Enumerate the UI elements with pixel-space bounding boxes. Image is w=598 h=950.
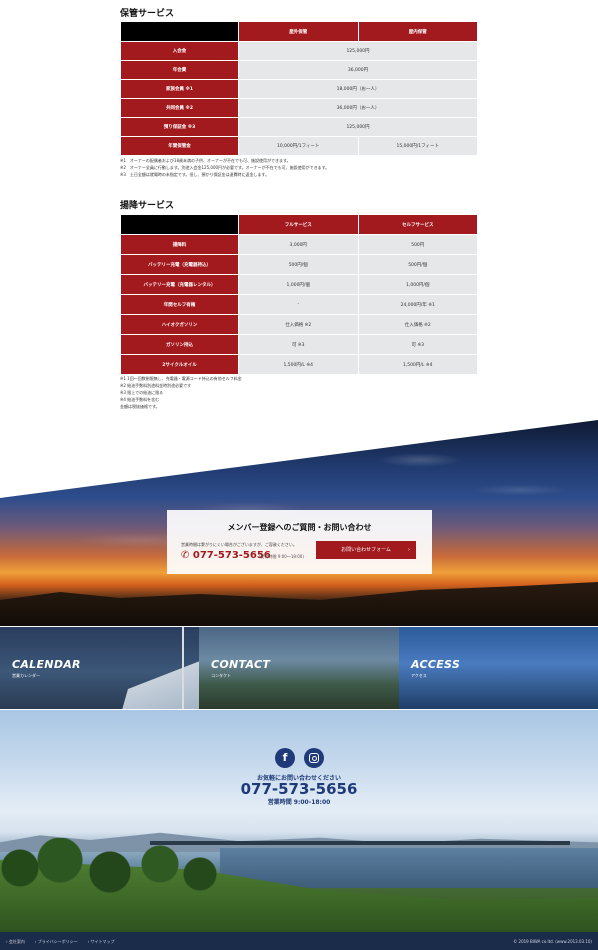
table-row: 共同会員 ※2 36,000円（お一人） bbox=[120, 98, 478, 118]
phone-icon: ✆ bbox=[181, 550, 193, 561]
chevron-right-icon: › bbox=[408, 547, 410, 553]
bottom-bar: › 会社案内 › プライバシーポリシー › サイトマップ © 2019 BIWA… bbox=[0, 932, 598, 950]
table-row: 預り保証金 ※3 125,000円 bbox=[120, 117, 478, 137]
note-line: ※3 土日全額は就場時の未指定です。但し、預かり保証金は退費時に返金します。 bbox=[120, 172, 270, 177]
note-line: ※4 給油手数料を含む bbox=[120, 397, 160, 402]
row-value: 125,000円 bbox=[238, 41, 478, 61]
row-label: 年会費 bbox=[120, 60, 239, 80]
row-value: 3,000円 bbox=[238, 234, 359, 255]
tile-access-sub: アクセス bbox=[411, 673, 427, 678]
storage-notes: ※1 オーナーの配偶者および18歳未満の子供、オーナーが不在でも可、施設使用がで… bbox=[120, 157, 329, 178]
row-value: 可 ※3 bbox=[238, 334, 359, 355]
footer-link-privacy[interactable]: › プライバシーポリシー bbox=[35, 939, 78, 945]
tile-contact[interactable]: CONTACT コンタクト bbox=[199, 627, 399, 709]
row-value: 36,000円（お一人） bbox=[238, 98, 478, 118]
row-value: 仕入価格 ※2 bbox=[357, 314, 478, 335]
note-line: 金額は税抜価格です。 bbox=[120, 404, 160, 409]
row-label: 入会金 bbox=[120, 41, 239, 61]
note-line: ※3 限上での給油に限る bbox=[120, 390, 164, 395]
contact-box-phone[interactable]: ✆ 077-573-5656 bbox=[181, 550, 271, 561]
row-label: ガソリン持込 bbox=[120, 334, 239, 355]
contact-box-hours: (受付時間 9:00～18:00) bbox=[259, 554, 304, 559]
tile-calendar-title: CALENDAR bbox=[12, 658, 81, 671]
footer-link-sitemap[interactable]: › サイトマップ bbox=[88, 939, 115, 945]
tile-access[interactable]: ACCESS アクセス bbox=[399, 627, 598, 709]
table-row: 年会費 36,000円 bbox=[120, 60, 478, 80]
row-label: 年間セルフ有権 bbox=[120, 294, 239, 315]
footer-links: › 会社案内 › プライバシーポリシー › サイトマップ bbox=[6, 939, 115, 945]
tile-access-title: ACCESS bbox=[411, 658, 461, 671]
row-label: 預り保証金 ※3 bbox=[120, 117, 239, 137]
table-row: 年間セルフ有権 -24,000円/年 ※1 bbox=[120, 294, 478, 315]
row-label: バッテリー充電（充電器持込） bbox=[120, 254, 239, 275]
table-corner bbox=[120, 214, 239, 235]
table-row: バッテリー充電（充電器持込） 500円/個 500円/個 bbox=[120, 254, 478, 275]
launch-title: 揚降サービス bbox=[120, 201, 175, 211]
row-label: 揚降料 bbox=[120, 234, 239, 255]
table-row: 家族会員 ※1 18,000円（お一人） bbox=[120, 79, 478, 99]
table-row: 年間保管金 10,000円/1フィート 15,000円/1フィート bbox=[120, 136, 478, 156]
table-row: 2サイクルオイル 1,500円/L ※4 1,500円/L ※4 bbox=[120, 354, 478, 375]
storage-header-indoor: 屋内保管 bbox=[357, 21, 478, 42]
row-value: 15,000円/1フィート bbox=[357, 136, 478, 156]
row-value: 1,000円/個 bbox=[238, 274, 359, 295]
row-label: 2サイクルオイル bbox=[120, 354, 239, 375]
storage-table: 屋外保管 屋内保管 入会金 125,000円 年会費 36,000円 家族会員 ※1 18… bbox=[120, 21, 478, 156]
row-value: - bbox=[238, 294, 359, 315]
table-row: 入会金 125,000円 bbox=[120, 41, 478, 61]
row-value: 1,000円/個 bbox=[357, 274, 478, 295]
copyright: © 2019 BIWA co.ltd. (www.2013.03.10) bbox=[513, 939, 592, 944]
tile-calendar-sub: 営業カレンダー bbox=[12, 673, 40, 678]
facebook-icon[interactable]: f bbox=[275, 748, 295, 768]
row-value: 仕入価格 ※2 bbox=[238, 314, 359, 335]
storage-header-outdoor: 屋外保管 bbox=[238, 21, 359, 42]
row-value: 24,000円/年 ※1 bbox=[357, 294, 478, 315]
row-label: バッテリー充電（充電器レンタル） bbox=[120, 274, 239, 295]
tile-contact-sub: コンタクト bbox=[211, 673, 231, 678]
row-value: 18,000円（お一人） bbox=[238, 79, 478, 99]
footer-link-company[interactable]: › 会社案内 bbox=[6, 939, 25, 945]
note-line: ※2 給油手数料別途料金時別途必要です bbox=[120, 383, 192, 388]
table-row: ガソリン持込可 ※3 可 ※3 bbox=[120, 334, 478, 355]
row-value: 36,000円 bbox=[238, 60, 478, 80]
row-value: 10,000円/1フィート bbox=[238, 136, 359, 156]
nav-tiles: CALENDAR 営業カレンダー CONTACT コンタクト ACCESS アク… bbox=[0, 627, 598, 709]
lake-landscape-image bbox=[0, 710, 598, 932]
footer-phone[interactable]: 077-573-5656 bbox=[0, 780, 598, 798]
launch-table: フルサービス セルフサービス 揚降料 3,000円 500円 バッテリー充電（充電器持… bbox=[120, 214, 478, 375]
table-row: バッテリー充電（充電器レンタル） 1,000円/個 1,000円/個 bbox=[120, 274, 478, 295]
row-value: 可 ※3 bbox=[357, 334, 478, 355]
note-line: ※2 オーナー全員に行動します。別途入会金125,000円が必要です。オーナーが… bbox=[120, 165, 330, 170]
table-row: 揚降料 3,000円 500円 bbox=[120, 234, 478, 255]
launch-notes: ※1 1回～回数制限無し、充電器・電源コード持込の有効セルフ料金 ※2 給油手数料… bbox=[120, 375, 242, 410]
contact-form-button-label: お問い合わせフォーム bbox=[341, 547, 391, 553]
footer-hours: 営業時間 9:00-18:00 bbox=[267, 799, 331, 806]
row-value: 1,500円/L ※4 bbox=[238, 354, 359, 375]
contact-box-note: 営業時間は繋がりにくい場合がございますが、ご容赦ください。 bbox=[181, 542, 297, 547]
row-value: 500円 bbox=[357, 234, 478, 255]
row-label: ハイオクガソリン bbox=[120, 314, 239, 335]
row-label: 共同会員 ※2 bbox=[120, 98, 239, 118]
tile-calendar[interactable]: CALENDAR 営業カレンダー bbox=[0, 627, 199, 709]
row-label: 家族会員 ※1 bbox=[120, 79, 239, 99]
storage-title: 保管サービス bbox=[120, 9, 175, 19]
row-value: 500円/個 bbox=[357, 254, 478, 275]
launch-header-self: セルフサービス bbox=[357, 214, 478, 235]
instagram-icon[interactable] bbox=[304, 748, 324, 768]
launch-header-full: フルサービス bbox=[238, 214, 359, 235]
row-label: 年間保管金 bbox=[120, 136, 239, 156]
row-value: 500円/個 bbox=[238, 254, 359, 275]
tile-contact-title: CONTACT bbox=[211, 658, 271, 671]
contact-form-button[interactable]: お問い合わせフォーム › bbox=[316, 541, 416, 559]
row-value: 1,500円/L ※4 bbox=[357, 354, 478, 375]
table-row: ハイオクガソリン 仕入価格 ※2 仕入価格 ※2 bbox=[120, 314, 478, 335]
table-corner bbox=[120, 21, 239, 42]
contact-box-title: メンバー登録へのご質問・お問い合わせ bbox=[227, 523, 372, 532]
row-value: 125,000円 bbox=[238, 117, 478, 137]
note-line: ※1 オーナーの配偶者および18歳未満の子供、オーナーが不在でも可、施設使用がで… bbox=[120, 158, 291, 163]
contact-box: メンバー登録へのご質問・お問い合わせ 営業時間は繋がりにくい場合がございますが、… bbox=[167, 510, 432, 574]
note-line: ※1 1回～回数制限無し、充電器・電源コード持込の有効セルフ料金 bbox=[120, 376, 242, 381]
